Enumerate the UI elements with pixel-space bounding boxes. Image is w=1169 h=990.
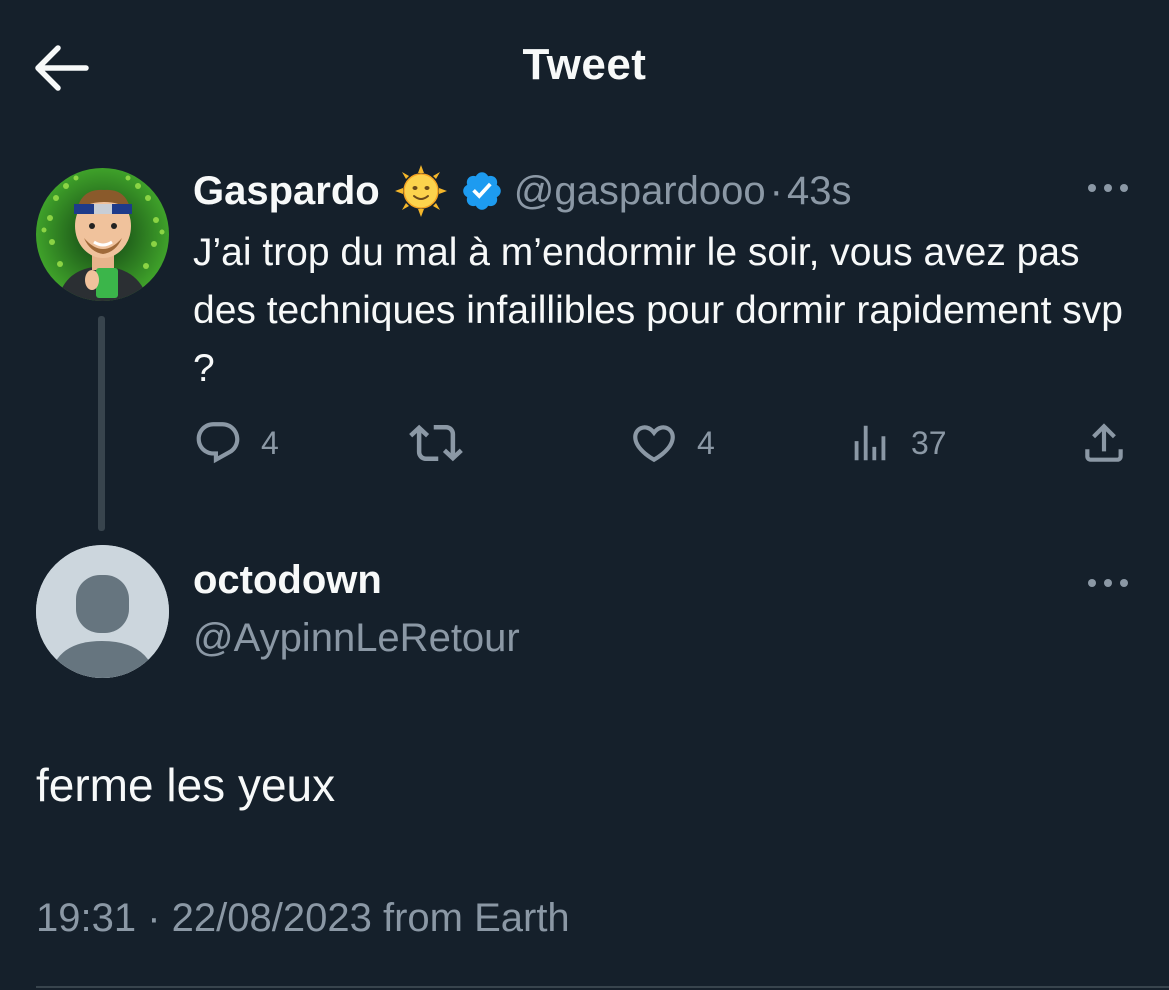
heart-icon xyxy=(633,425,675,463)
reply-author-name[interactable]: octodown xyxy=(193,558,382,603)
reply-count: 4 xyxy=(261,424,279,461)
tweet-text: J’ai trop du mal à m’endormir le soir, v… xyxy=(193,231,1123,390)
reply-button[interactable]: 4 xyxy=(193,413,279,473)
tweet-timestamp[interactable]: 19:31 · 22/08/2023 from Earth xyxy=(36,896,570,941)
more-options-button[interactable] xyxy=(1085,573,1131,593)
reply-author-handle[interactable]: @AypinnLeRetour xyxy=(193,616,520,661)
verified-badge-icon xyxy=(462,172,501,210)
tweet-actions: 4 4 37 xyxy=(193,413,1133,473)
thread-connector-line xyxy=(98,316,105,531)
more-dots-icon xyxy=(1088,579,1128,587)
more-options-button[interactable] xyxy=(1085,178,1131,198)
views-chart-icon xyxy=(854,425,886,461)
page-title: Tweet xyxy=(522,40,647,89)
top-bar: Tweet xyxy=(0,0,1169,135)
author-name[interactable]: Gaspardo xyxy=(193,169,380,214)
views-count: 37 xyxy=(911,424,947,461)
share-button[interactable] xyxy=(1079,413,1129,473)
tweet-time[interactable]: 43s xyxy=(787,169,852,214)
reply-text: ferme les yeux xyxy=(36,759,336,811)
more-dots-icon xyxy=(1088,184,1128,192)
share-icon xyxy=(1085,423,1123,462)
reply-icon xyxy=(196,422,240,464)
like-count: 4 xyxy=(697,424,715,461)
avatar[interactable] xyxy=(36,168,169,301)
like-button[interactable]: 4 xyxy=(629,413,715,473)
separator-dot: · xyxy=(769,168,783,213)
divider xyxy=(36,986,1169,988)
avatar[interactable] xyxy=(36,545,169,678)
retweet-button[interactable] xyxy=(409,413,463,473)
tweet-author-line: Gaspardo @gaspardooo · 43s xyxy=(193,163,851,219)
views-button[interactable]: 37 xyxy=(847,413,947,473)
sun-with-face-icon xyxy=(394,165,447,217)
author-handle[interactable]: @gaspardooo xyxy=(514,169,766,214)
retweet-icon xyxy=(409,424,463,462)
